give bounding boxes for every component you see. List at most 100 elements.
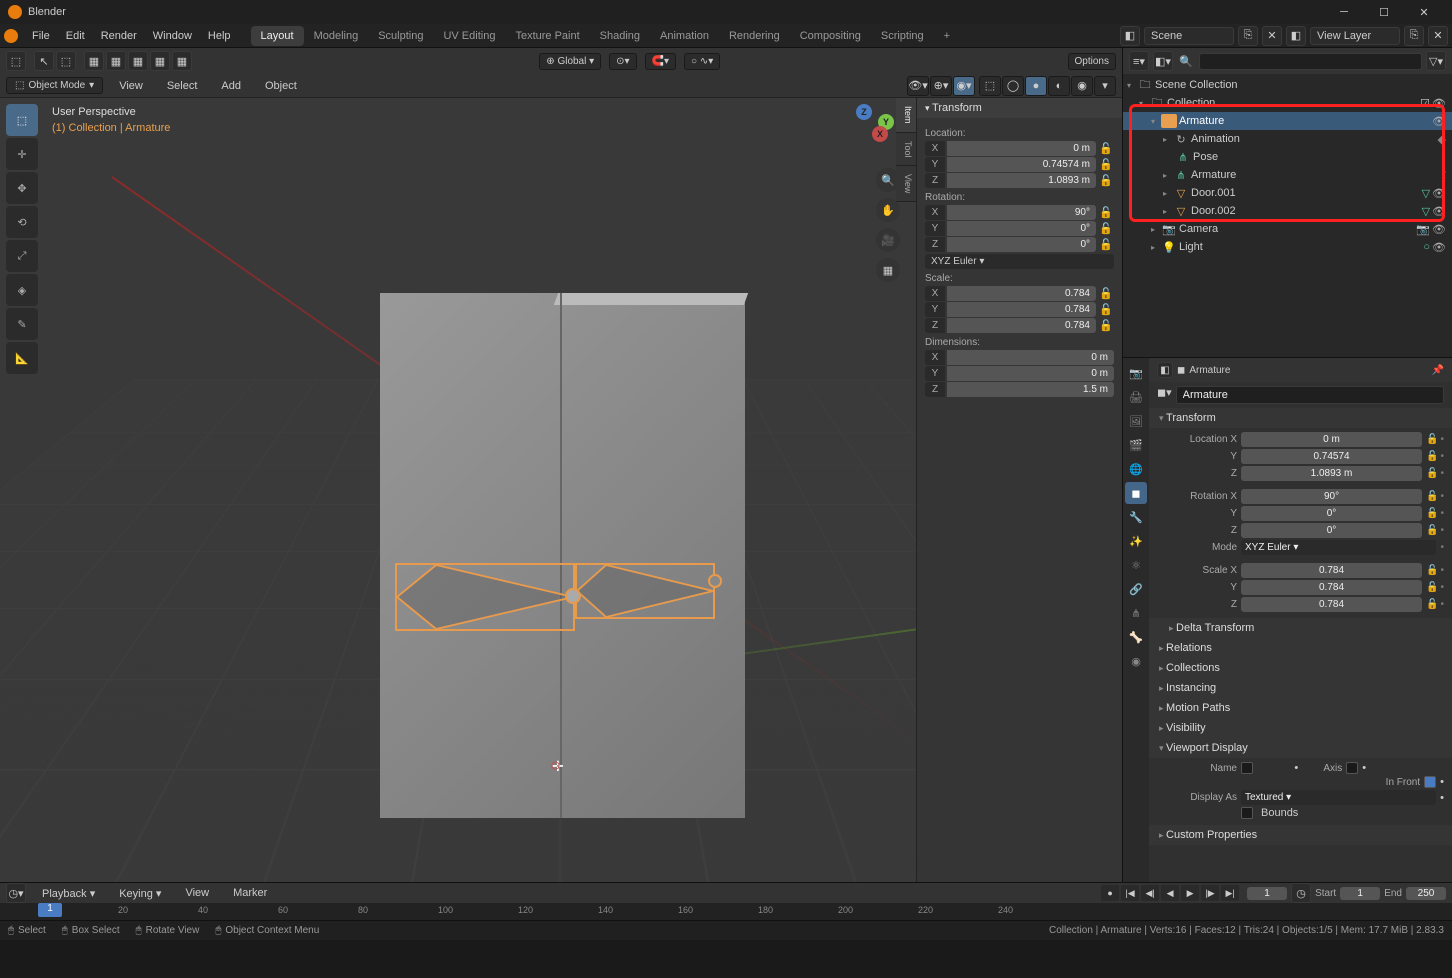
prop-scale-x[interactable]: 0.784: [1241, 563, 1422, 578]
lock-icon[interactable]: 🔓: [1098, 303, 1114, 316]
tree-light[interactable]: ▸ 💡 Light ○👁: [1123, 238, 1452, 256]
shading-rendered-icon[interactable]: ◉: [1071, 76, 1093, 96]
section-custom-properties[interactable]: Custom Properties: [1149, 825, 1452, 845]
bone-2[interactable]: [575, 563, 715, 619]
timeline-editor-icon[interactable]: ◷▾: [6, 883, 26, 903]
gizmo-toggle-icon[interactable]: ⊕▾: [930, 76, 952, 96]
expand-icon[interactable]: ▸: [1163, 189, 1173, 198]
eye-icon[interactable]: 👁: [1432, 187, 1446, 200]
scene-browse-icon[interactable]: ◧: [1120, 26, 1140, 46]
dim-x-field[interactable]: 0 m: [947, 350, 1114, 365]
bone-joint-icon[interactable]: [565, 588, 581, 604]
tool-transform[interactable]: ◈: [6, 274, 38, 306]
tool-select-box[interactable]: ⬚: [6, 104, 38, 136]
object-name-input[interactable]: [1176, 386, 1444, 404]
tree-door-002[interactable]: ▸ ▽ Door.002 ▽👁: [1123, 202, 1452, 220]
outliner-filter-icon[interactable]: ▽▾: [1426, 51, 1446, 71]
lock-icon[interactable]: 🔓: [1426, 599, 1438, 610]
section-delta-transform[interactable]: Delta Transform: [1149, 618, 1452, 638]
eye-icon[interactable]: 👁: [1432, 241, 1446, 254]
rotation-y-field[interactable]: 0°: [947, 221, 1096, 236]
lock-icon[interactable]: 🔓: [1098, 174, 1114, 187]
outliner-view-icon[interactable]: ◧▾: [1153, 51, 1173, 71]
snap-toggle[interactable]: 🧲▾: [645, 53, 676, 70]
pin-icon[interactable]: 📌: [1432, 365, 1444, 376]
shading-material-icon[interactable]: ◐: [1048, 76, 1070, 96]
end-frame-input[interactable]: 250: [1406, 887, 1446, 900]
maximize-button[interactable]: ☐: [1364, 0, 1404, 24]
outliner-search-input[interactable]: [1199, 53, 1422, 70]
scene-new-icon[interactable]: ⎘: [1238, 26, 1258, 46]
sidebar-tab-view[interactable]: View: [896, 166, 916, 202]
play-icon[interactable]: ▶: [1181, 885, 1199, 901]
menu-add-3d[interactable]: Add: [213, 77, 249, 95]
proportional-toggle[interactable]: ○ ∿▾: [684, 53, 720, 70]
orientation-dropdown[interactable]: ⊕ Global ▾: [539, 53, 601, 70]
prop-tab-scene[interactable]: 🎬: [1125, 434, 1147, 456]
lock-icon[interactable]: 🔓: [1098, 158, 1114, 171]
menu-edit[interactable]: Edit: [58, 27, 93, 45]
section-viewport-display[interactable]: Viewport Display: [1149, 738, 1452, 758]
outliner-display-mode-icon[interactable]: ≡▾: [1129, 51, 1149, 71]
lock-icon[interactable]: 🔓: [1426, 508, 1438, 519]
tab-texture-paint[interactable]: Texture Paint: [505, 26, 589, 46]
scale-x-field[interactable]: 0.784: [947, 286, 1096, 301]
scale-z-field[interactable]: 0.784: [947, 318, 1096, 333]
expand-icon[interactable]: ▸: [1151, 225, 1161, 234]
bone-tip-icon[interactable]: [708, 574, 722, 588]
rotation-x-field[interactable]: 90°: [947, 205, 1096, 220]
jump-next-key-icon[interactable]: |▶: [1201, 885, 1219, 901]
overlay-toggle-icon[interactable]: ◉▾: [953, 76, 975, 96]
lock-icon[interactable]: 🔓: [1426, 582, 1438, 593]
lock-icon[interactable]: 🔓: [1426, 451, 1438, 462]
timeline-view[interactable]: View: [177, 884, 217, 902]
prop-scale-y[interactable]: 0.784: [1241, 580, 1422, 595]
minimize-button[interactable]: ─: [1324, 0, 1364, 24]
gizmo-z-icon[interactable]: Z: [856, 104, 872, 120]
prop-scale-z[interactable]: 0.784: [1241, 597, 1422, 612]
prop-rot-x[interactable]: 90°: [1241, 489, 1422, 504]
prop-tab-bone[interactable]: 🦴: [1125, 626, 1147, 648]
expand-icon[interactable]: ▾: [1127, 81, 1137, 90]
lock-icon[interactable]: 🔓: [1426, 525, 1438, 536]
infront-checkbox[interactable]: [1424, 776, 1436, 788]
checkbox-icon[interactable]: ☑: [1420, 97, 1430, 110]
snap-icon3[interactable]: ▦: [128, 51, 148, 71]
eye-icon[interactable]: 👁: [1432, 223, 1446, 236]
app-icon[interactable]: [4, 29, 18, 43]
expand-icon[interactable]: ▸: [1163, 171, 1173, 180]
prop-tab-modifier[interactable]: 🔧: [1125, 506, 1147, 528]
menu-window[interactable]: Window: [145, 27, 200, 45]
current-frame-marker[interactable]: 1: [38, 903, 62, 917]
prop-loc-x[interactable]: 0 m: [1241, 432, 1422, 447]
tree-armature[interactable]: ▾ ⋔ Armature 👁: [1123, 112, 1452, 130]
prop-tab-object[interactable]: ◼: [1125, 482, 1147, 504]
tab-uv-editing[interactable]: UV Editing: [433, 26, 505, 46]
tool-measure[interactable]: 📐: [6, 342, 38, 374]
tab-rendering[interactable]: Rendering: [719, 26, 790, 46]
transform-panel-header[interactable]: Transform: [917, 98, 1122, 118]
section-transform[interactable]: Transform: [1149, 408, 1452, 428]
rotation-mode-dropdown[interactable]: XYZ Euler ▾: [925, 254, 1114, 269]
tab-layout[interactable]: Layout: [251, 26, 304, 46]
tree-door-001[interactable]: ▸ ▽ Door.001 ▽👁: [1123, 184, 1452, 202]
nav-gizmo[interactable]: Z Y X: [836, 104, 892, 160]
timeline-ruler[interactable]: 1 20 40 60 80 100 120 140 160 180 200 22…: [0, 903, 1452, 920]
tool-cursor[interactable]: ✛: [6, 138, 38, 170]
editor-type-icon[interactable]: ⬚: [6, 51, 26, 71]
menu-select-3d[interactable]: Select: [159, 77, 206, 95]
autokey-icon[interactable]: ●: [1101, 885, 1119, 901]
options-dropdown[interactable]: Options: [1068, 53, 1116, 70]
jump-start-icon[interactable]: |◀: [1121, 885, 1139, 901]
expand-icon[interactable]: ▸: [1163, 207, 1173, 216]
lock-icon[interactable]: 🔓: [1426, 468, 1438, 479]
tree-animation[interactable]: ▸ ↻ Animation ◆: [1123, 130, 1452, 148]
snap-icon[interactable]: ▦: [84, 51, 104, 71]
location-z-field[interactable]: 1.0893 m: [947, 173, 1096, 188]
scene-selector[interactable]: [1144, 27, 1234, 45]
lock-icon[interactable]: 🔓: [1098, 319, 1114, 332]
location-x-field[interactable]: 0 m: [947, 141, 1096, 156]
lock-icon[interactable]: 🔓: [1426, 565, 1438, 576]
bounds-checkbox[interactable]: [1241, 807, 1253, 819]
timeline-playback[interactable]: Playback ▾: [34, 884, 103, 903]
